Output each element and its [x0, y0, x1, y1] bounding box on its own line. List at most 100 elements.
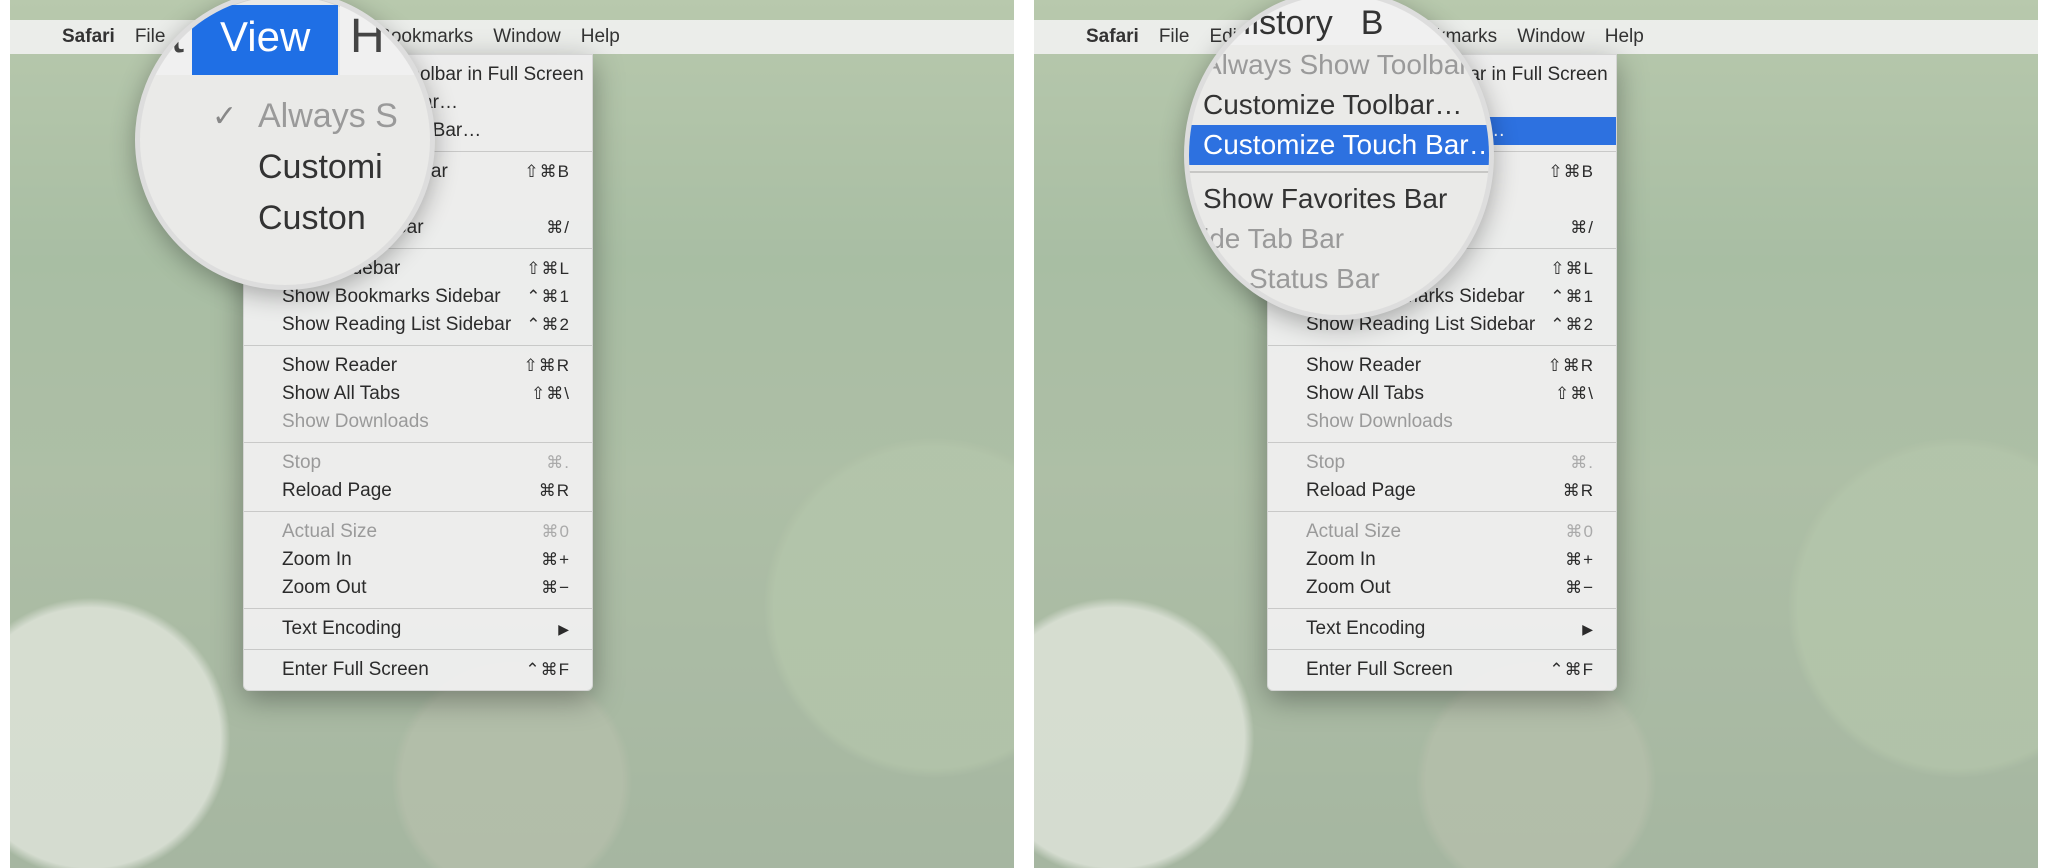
- menuitem-show-reading-list-sidebar[interactable]: Show Reading List Sidebar ⌃⌘2: [244, 311, 592, 339]
- menuitem-label: Show All Tabs: [1306, 383, 1424, 405]
- menuitem-label: Zoom In: [1306, 549, 1376, 571]
- magnifier-history: History: [1227, 4, 1333, 43]
- menuitem-shortcut: ⌘/: [1570, 218, 1594, 238]
- magnifier-bookmarks-initial: B: [1361, 4, 1384, 43]
- submenu-arrow-icon: ▶: [558, 621, 570, 637]
- menuitem-zoom-in[interactable]: Zoom In⌘+: [244, 546, 592, 574]
- menuitem-label: Text Encoding: [282, 618, 401, 640]
- menuitem-reload-page[interactable]: Reload Page ⌘R: [244, 477, 592, 505]
- menuitem-enter-full-screen[interactable]: Enter Full Screen ⌃⌘F: [244, 656, 592, 684]
- menu-window[interactable]: Window: [1517, 26, 1585, 48]
- menuitem-zoom-out[interactable]: Zoom Out ⌘−: [244, 574, 592, 602]
- magnifier-edge: t: [140, 5, 192, 75]
- menuitem-label: Zoom Out: [282, 577, 366, 599]
- magnified-label: Customi: [258, 148, 383, 186]
- menuitem-shortcut: ⌃⌘1: [526, 287, 570, 307]
- menuitem-enter-full-screen[interactable]: Enter Full Screen ⌃⌘F: [1268, 656, 1616, 684]
- magnifier-view-highlight: View: [192, 5, 338, 75]
- menuitem-shortcut: ⌘0: [542, 522, 570, 542]
- magnified-menuitem: Customize Touch Bar…: [1189, 125, 1489, 165]
- menuitem-shortcut: ⌘−: [1565, 578, 1594, 598]
- menuitem-show-reader[interactable]: Show Reader⇧⌘R: [244, 352, 592, 380]
- magnified-menuitem: ide Tab Bar: [1189, 219, 1489, 259]
- menuitem-shortcut: ⇧⌘R: [1547, 356, 1594, 376]
- menu-help[interactable]: Help: [1605, 26, 1644, 48]
- menuitem-label: Actual Size: [1306, 521, 1401, 543]
- menuitem-shortcut: ⇧⌘B: [1548, 162, 1594, 182]
- menuitem-shortcut: ⇧⌘\: [531, 384, 570, 404]
- menuitem-shortcut: ⌃⌘F: [1549, 660, 1594, 680]
- menuitem-stop: Stop ⌘.: [1268, 449, 1616, 477]
- menu-separator: [1268, 649, 1616, 650]
- menuitem-label: Show Downloads: [1306, 411, 1453, 433]
- menuitem-label: Show Downloads: [282, 411, 429, 433]
- menuitem-show-all-tabs[interactable]: Show All Tabs⇧⌘\: [244, 380, 592, 408]
- menu-file[interactable]: File: [1159, 26, 1190, 48]
- menuitem-stop: Stop ⌘.: [244, 449, 592, 477]
- menu-separator: [244, 608, 592, 609]
- menuitem-shortcut: ⇧⌘\: [1555, 384, 1594, 404]
- magnified-menuitem: Customi: [140, 142, 430, 193]
- magnifier-view-menu: t View H ✓ Always S Customi Custon: [135, 0, 435, 290]
- menu-separator: [1268, 608, 1616, 609]
- macos-menu-bar: Safari File Edit View History Bookmarks …: [1034, 20, 2038, 54]
- magnified-menuitem: Status Bar: [1189, 259, 1489, 299]
- check-icon: ✓: [212, 99, 237, 134]
- menuitem-label: Stop: [1306, 452, 1345, 474]
- menuitem-shortcut: ⌘+: [1565, 550, 1594, 570]
- menuitem-text-encoding[interactable]: Text Encoding ▶: [244, 615, 592, 643]
- menuitem-shortcut: ⌘.: [1570, 453, 1594, 473]
- menuitem-shortcut: ⌘−: [541, 578, 570, 598]
- magnified-menuitem: Customize Toolbar…: [1189, 85, 1489, 125]
- magnifier-edge: H: [340, 5, 430, 75]
- menu-window[interactable]: Window: [493, 26, 561, 48]
- menuitem-shortcut: ⌘.: [546, 453, 570, 473]
- magnified-menuitem: ✓ Always S: [140, 91, 430, 142]
- app-name[interactable]: Safari: [62, 26, 115, 48]
- menuitem-zoom-in[interactable]: Zoom In ⌘+: [1268, 546, 1616, 574]
- menuitem-shortcut: ▶: [558, 619, 570, 639]
- menuitem-label: Show Bookmarks Sidebar: [282, 286, 501, 308]
- menuitem-shortcut: ⌃⌘2: [526, 315, 570, 335]
- menuitem-shortcut: ⌘+: [541, 550, 570, 570]
- magnified-menuitem: Custon: [140, 193, 430, 244]
- menuitem-label: Actual Size: [282, 521, 377, 543]
- menuitem-show-reader[interactable]: Show Reader⇧⌘R: [1268, 352, 1616, 380]
- menuitem-label: Reload Page: [282, 480, 392, 502]
- app-name[interactable]: Safari: [1086, 26, 1139, 48]
- menuitem-label: Reload Page: [1306, 480, 1416, 502]
- menuitem-label: Enter Full Screen: [282, 659, 429, 681]
- menu-separator: [244, 442, 592, 443]
- submenu-arrow-icon: ▶: [1582, 621, 1594, 637]
- menuitem-shortcut: ⌃⌘F: [525, 660, 570, 680]
- menuitem-shortcut: ⌘0: [1566, 522, 1594, 542]
- menuitem-label: Show Reading List Sidebar: [282, 314, 511, 336]
- menuitem-label: Text Encoding: [1306, 618, 1425, 640]
- menuitem-actual-size: Actual Size ⌘0: [1268, 518, 1616, 546]
- menuitem-shortcut: ▶: [1582, 619, 1594, 639]
- menuitem-label: Enter Full Screen: [1306, 659, 1453, 681]
- menuitem-shortcut: ⇧⌘B: [524, 162, 570, 182]
- magnified-label: Custon: [258, 199, 366, 237]
- menuitem-show-downloads: Show Downloads: [1268, 408, 1616, 436]
- menu-separator: [1189, 171, 1489, 173]
- menuitem-show-all-tabs[interactable]: Show All Tabs ⇧⌘\: [1268, 380, 1616, 408]
- menuitem-shortcut: ⌘/: [546, 218, 570, 238]
- screenshot-right: Safari File Edit View History Bookmarks …: [1034, 0, 2038, 868]
- menuitem-shortcut: ⌘R: [539, 481, 570, 501]
- menuitem-reload-page[interactable]: Reload Page⌘R: [1268, 477, 1616, 505]
- magnified-menuitem: Show Favorites Bar: [1189, 179, 1489, 219]
- menuitem-label: Show Reader: [282, 355, 397, 377]
- menuitem-label: Stop: [282, 452, 321, 474]
- magnified-label: Always S: [258, 97, 398, 135]
- menu-separator: [244, 345, 592, 346]
- menuitem-zoom-out[interactable]: Zoom Out⌘−: [1268, 574, 1616, 602]
- screenshot-left: Safari File Edit View History Bookmarks …: [10, 0, 1014, 868]
- menuitem-shortcut: ⇧⌘L: [526, 259, 570, 279]
- menuitem-shortcut: ⌃⌘1: [1550, 287, 1594, 307]
- menuitem-text-encoding[interactable]: Text Encoding ▶: [1268, 615, 1616, 643]
- menu-help[interactable]: Help: [581, 26, 620, 48]
- menuitem-shortcut: ⌃⌘2: [1550, 315, 1594, 335]
- menuitem-shortcut: ⇧⌘L: [1550, 259, 1594, 279]
- magnified-menuitem: Always Show Toolbar: [1189, 45, 1489, 85]
